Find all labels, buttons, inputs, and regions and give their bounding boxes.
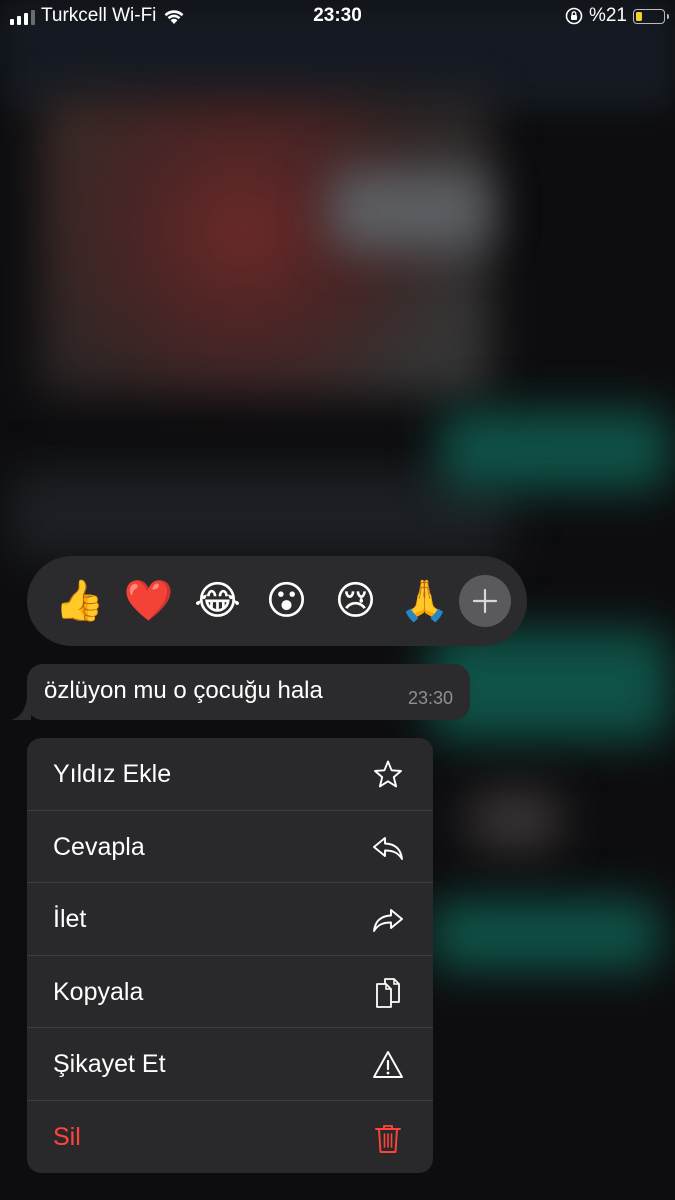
- status-bar: Turkcell Wi-Fi 23:30 %21: [0, 0, 675, 36]
- blurred-image: [470, 790, 560, 850]
- tears-of-joy-icon[interactable]: 😂: [183, 581, 252, 621]
- copy-icon: [376, 977, 400, 1008]
- message-text: özlüyon mu o çocuğu hala: [44, 677, 323, 704]
- battery-level: [636, 11, 643, 21]
- menu-item-delete[interactable]: Sil: [27, 1101, 433, 1174]
- orientation-lock-icon: [565, 7, 583, 25]
- battery-percentage: %21: [588, 5, 627, 26]
- blurred-outgoing-message: [430, 900, 660, 970]
- menu-item-label: Kopyala: [53, 977, 144, 1006]
- thumbs-up-icon[interactable]: 👍: [45, 581, 114, 621]
- menu-item-label: İlet: [53, 905, 87, 933]
- menu-item-label: Cevapla: [53, 832, 145, 861]
- crying-face-icon[interactable]: 😢: [321, 581, 390, 621]
- menu-item-label: Şikayet Et: [53, 1050, 166, 1078]
- blurred-message: [10, 470, 510, 560]
- message-timestamp: 23:30: [407, 688, 453, 708]
- plus-icon: [472, 588, 498, 614]
- battery-icon: [633, 8, 669, 24]
- reply-icon: [373, 836, 403, 860]
- menu-item-star[interactable]: Yıldız Ekle: [27, 738, 433, 811]
- star-icon: [374, 760, 402, 788]
- menu-item-label: Yıldız Ekle: [53, 760, 172, 788]
- blurred-photo-detail: [330, 170, 490, 250]
- menu-item-reply[interactable]: Cevapla: [27, 811, 433, 883]
- menu-item-label: Sil: [53, 1122, 81, 1151]
- folded-hands-icon[interactable]: 🙏: [390, 581, 459, 621]
- forward-icon: [373, 909, 403, 932]
- menu-item-report[interactable]: Şikayet Et: [27, 1028, 433, 1101]
- message-context-menu: Yıldız Ekle Cevapla İlet Kopyala Şikayet…: [27, 738, 433, 1173]
- status-right: %21: [565, 5, 669, 27]
- menu-item-forward[interactable]: İlet: [27, 883, 433, 956]
- trash-icon: [375, 1124, 401, 1153]
- warning-icon: [373, 1051, 403, 1078]
- bubble-tail: [11, 698, 31, 720]
- red-heart-icon[interactable]: ❤️: [114, 581, 183, 621]
- message-bubble[interactable]: özlüyon mu o çocuğu hala 23:30: [11, 664, 470, 720]
- reaction-picker: 👍 ❤️ 😂 😮 😢 🙏: [27, 556, 527, 646]
- surprised-face-icon[interactable]: 😮: [252, 581, 321, 621]
- blurred-outgoing-message: [440, 410, 670, 490]
- more-reactions-button[interactable]: [459, 575, 511, 627]
- menu-item-copy[interactable]: Kopyala: [27, 956, 433, 1028]
